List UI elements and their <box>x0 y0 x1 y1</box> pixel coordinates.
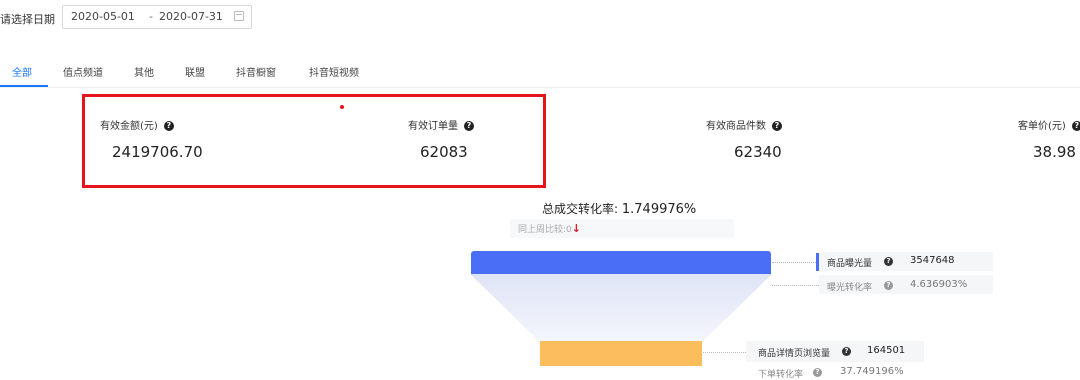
stat-value-detail: 164501 <box>867 345 906 356</box>
stat-value-exposure-rate: 4.636903% <box>910 279 968 290</box>
metric-value-unit-price: 38.98 <box>1033 143 1076 161</box>
arrow-down-icon: ↓ <box>571 222 581 235</box>
stat-label-order-rate: 下单转化率 <box>758 370 804 380</box>
stat-value-exposure: 3547648 <box>910 255 955 266</box>
tabs-divider <box>0 87 1080 88</box>
help-icon[interactable]: ? <box>884 281 893 290</box>
stat-label-exposure: 商品曝光量 <box>827 259 873 269</box>
help-icon[interactable]: ? <box>842 347 851 356</box>
tab-alliance[interactable]: 联盟 <box>185 64 205 79</box>
leader-line <box>703 352 746 353</box>
date-range-picker[interactable]: 2020-05-01 - 2020-07-31 <box>62 5 252 29</box>
funnel-stage-exposure-bar <box>471 251 771 274</box>
tab-all[interactable]: 全部 <box>12 64 32 79</box>
funnel-shape <box>470 274 772 342</box>
stat-label-exposure-rate: 曝光转化率 <box>827 283 873 293</box>
leader-line <box>772 262 816 263</box>
date-separator: - <box>149 10 153 23</box>
stat-value-order-rate: 37.749196% <box>840 366 904 377</box>
tab-douyin-short-video[interactable]: 抖音短视频 <box>309 64 359 79</box>
tab-douyin-window[interactable]: 抖音橱窗 <box>236 64 276 79</box>
help-icon[interactable]: ? <box>1071 121 1080 131</box>
help-icon[interactable]: ? <box>884 257 893 266</box>
date-start-input[interactable]: 2020-05-01 <box>71 10 135 23</box>
total-conversion-value: 1.749976% <box>621 202 697 217</box>
total-conversion: 总成交转化率: 1.749976% <box>542 202 697 217</box>
metric-label-items: 有效商品件数? <box>706 117 782 132</box>
date-end-input[interactable]: 2020-07-31 <box>159 10 223 23</box>
metric-label-unit-price: 客单价(元)? <box>1018 117 1080 132</box>
metric-value-items: 62340 <box>734 143 782 161</box>
funnel-stage-detail-bar <box>540 341 702 366</box>
leader-line <box>772 285 819 286</box>
tab-value-channel[interactable]: 值点频道 <box>63 64 103 79</box>
date-filter-label: 请选择日期 <box>0 13 55 26</box>
annotation-dot <box>340 105 344 109</box>
help-icon[interactable]: ? <box>772 121 782 131</box>
tab-other[interactable]: 其他 <box>134 64 154 79</box>
active-tab-indicator <box>0 85 48 87</box>
calendar-icon[interactable] <box>234 11 244 21</box>
stat-label-detail: 商品详情页浏览量 <box>758 349 831 359</box>
week-compare: 同上周比较:0↓ <box>518 222 581 235</box>
highlight-box <box>82 94 546 188</box>
